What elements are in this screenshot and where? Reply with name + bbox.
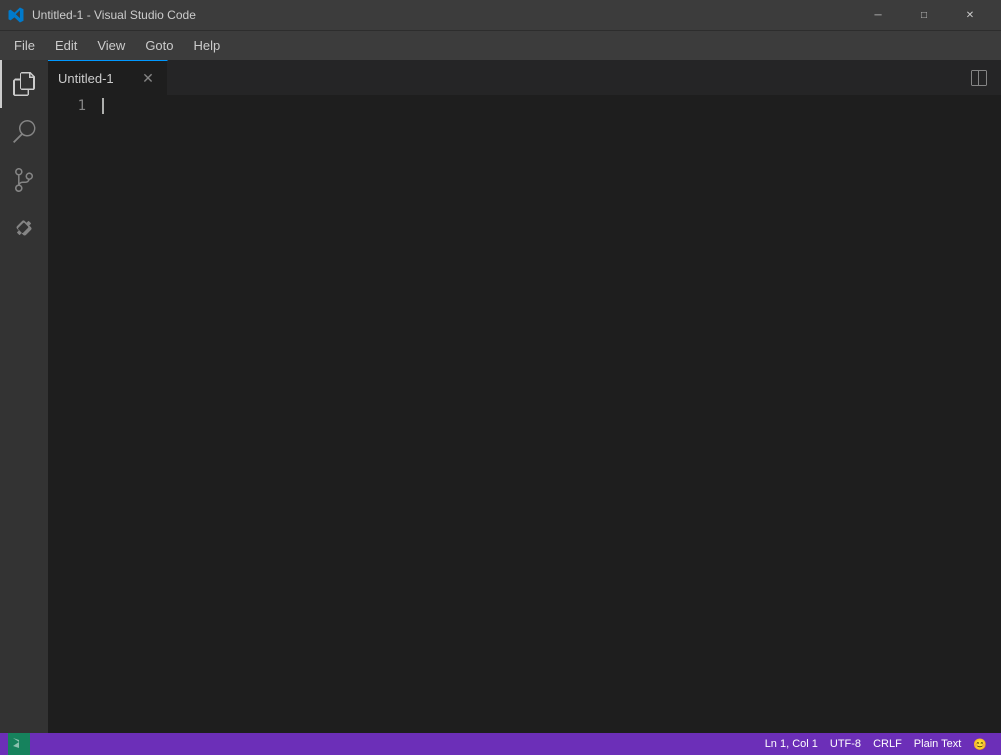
menu-edit[interactable]: Edit [45,34,87,57]
tab-close-button[interactable]: ✕ [139,69,157,87]
tab-label: Untitled-1 [58,71,114,86]
status-right: Ln 1, Col 1 UTF-8 CRLF Plain Text 😊 [759,733,993,755]
main: Untitled-1 ✕ 1 [0,60,1001,733]
status-bar: Ln 1, Col 1 UTF-8 CRLF Plain Text 😊 [0,733,1001,755]
encoding-status[interactable]: UTF-8 [824,733,867,755]
tab-untitled-1[interactable]: Untitled-1 ✕ [48,60,168,95]
feedback-button[interactable]: 😊 [967,733,993,755]
activity-bar [0,60,48,733]
line-number-1: 1 [48,97,86,116]
sidebar-item-source-control[interactable] [0,156,48,204]
title-bar-left: Untitled-1 - Visual Studio Code [8,7,196,23]
language-mode-status[interactable]: Plain Text [908,733,968,755]
editor[interactable]: 1 [48,95,1001,733]
sidebar-item-search[interactable] [0,108,48,156]
menu-bar: File Edit View Goto Help [0,30,1001,60]
line-numbers: 1 [48,95,98,733]
sidebar-item-extensions[interactable] [0,204,48,252]
menu-help[interactable]: Help [184,34,231,57]
editor-area: Untitled-1 ✕ 1 [48,60,1001,733]
window-controls: ─ □ ✕ [855,0,993,30]
app-icon [8,7,24,23]
menu-view[interactable]: View [87,34,135,57]
menu-file[interactable]: File [4,34,45,57]
tab-actions [965,60,1001,95]
line-ending-status[interactable]: CRLF [867,733,908,755]
close-button[interactable]: ✕ [947,0,993,30]
cursor-position-status[interactable]: Ln 1, Col 1 [759,733,824,755]
title-bar: Untitled-1 - Visual Studio Code ─ □ ✕ [0,0,1001,30]
remote-icon[interactable] [8,733,30,755]
tab-bar: Untitled-1 ✕ [48,60,1001,95]
menu-goto[interactable]: Goto [135,34,183,57]
title-text: Untitled-1 - Visual Studio Code [32,8,196,22]
maximize-button[interactable]: □ [901,0,947,30]
code-area[interactable] [98,95,1001,733]
status-left [8,733,30,755]
split-editor-button[interactable] [965,64,993,92]
sidebar-item-explorer[interactable] [0,60,48,108]
editor-cursor [102,98,104,114]
minimize-button[interactable]: ─ [855,0,901,30]
